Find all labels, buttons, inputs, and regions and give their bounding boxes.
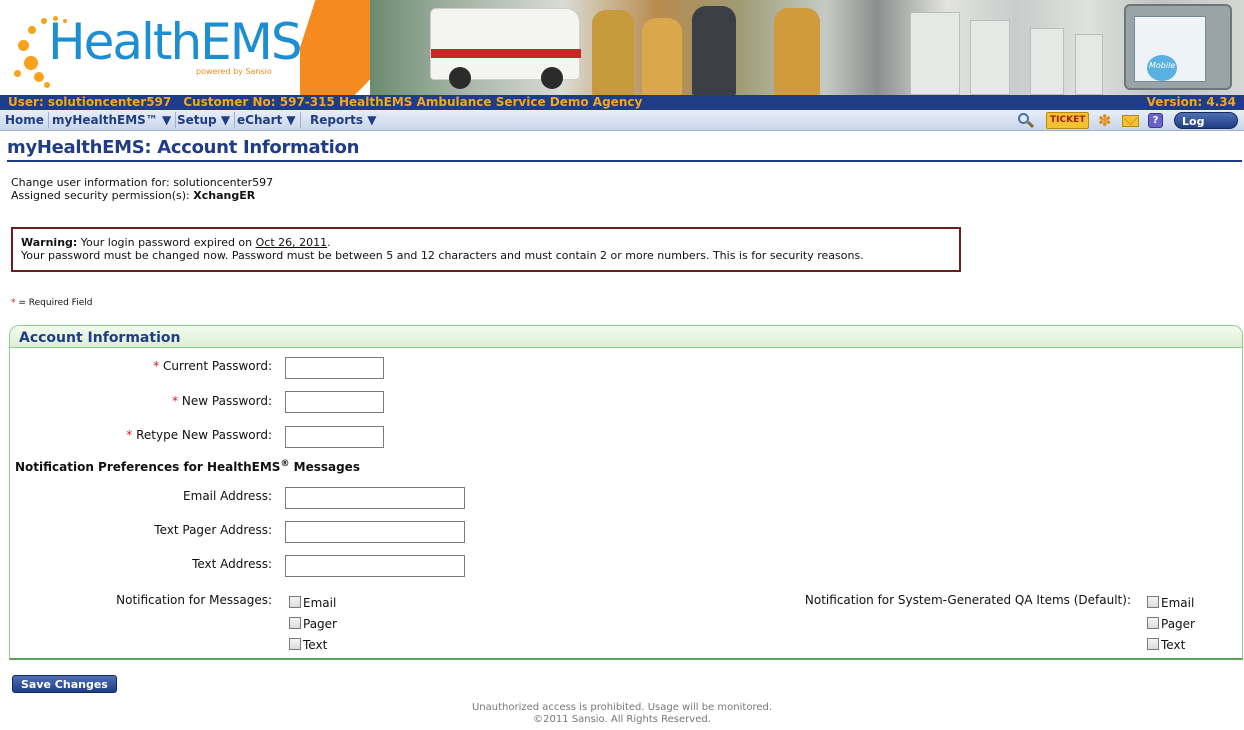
banner-photo: Mobile — [370, 0, 1244, 95]
new-password-label: * New Password: — [172, 394, 272, 408]
notify-messages-text[interactable]: Text — [289, 638, 327, 652]
header-banner: Mobile HealthEMS powered by Sansio — [0, 0, 1244, 95]
footer-warning: Unauthorized access is prohibited. Usage… — [471, 702, 773, 713]
menu-myhealthems[interactable]: myHealthEMS™ ▼ — [47, 112, 177, 128]
password-warning: Warning: Your login password expired on … — [11, 227, 961, 272]
page-footer: Unauthorized access is prohibited. Usage… — [0, 702, 1244, 726]
menu-reports[interactable]: Reports ▼ — [305, 112, 380, 128]
panel-title: Account Information — [10, 326, 1242, 348]
server-rack — [1030, 28, 1064, 95]
page-title: myHealthEMS: Account Information — [7, 137, 1242, 162]
notify-messages-email[interactable]: Email — [289, 596, 336, 610]
current-password-input[interactable] — [285, 357, 384, 379]
notification-heading: Notification Preferences for HealthEMS® … — [15, 459, 360, 474]
email-address-label: Email Address: — [183, 489, 272, 503]
app-version: Version: 4.34 — [1146, 95, 1236, 109]
main-menu-bar: Home myHealthEMS™ ▼ Setup ▼ eChart ▼ Rep… — [0, 110, 1244, 145]
warning-details: Your password must be changed now. Passw… — [21, 249, 864, 262]
checkbox[interactable] — [289, 638, 301, 650]
change-user-text: Change user information for: solutioncen… — [11, 176, 274, 189]
checkbox[interactable] — [289, 596, 301, 608]
footer-copyright: ©2011 Sansio. All Rights Reserved. — [533, 714, 711, 725]
notify-qa-label: Notification for System-Generated QA Ite… — [804, 593, 1131, 607]
customer-info: Customer No: 597-315 HealthEMS Ambulance… — [183, 95, 643, 109]
server-rack — [970, 20, 1010, 95]
current-password-label: * Current Password: — [153, 359, 272, 373]
user-name: User: solutioncenter597 — [8, 95, 172, 109]
healthems-logo: HealthEMS powered by Sansio — [0, 0, 303, 95]
notify-messages-pager[interactable]: Pager — [289, 617, 337, 631]
text-pager-label: Text Pager Address: — [154, 523, 272, 537]
firefighter-figure — [774, 8, 820, 95]
text-address-label: Text Address: — [192, 557, 272, 571]
account-info-panel: Account Information * Current Password: … — [9, 325, 1243, 660]
notify-messages-label: Notification for Messages: — [116, 593, 272, 607]
required-field-note: * = Required Field — [11, 298, 93, 308]
ticket-button[interactable]: TICKET — [1046, 112, 1090, 129]
save-changes-button[interactable]: Save Changes — [12, 675, 117, 693]
email-address-input[interactable] — [285, 487, 465, 509]
text-pager-input[interactable] — [285, 521, 465, 543]
user-info-bar: User: solutioncenter597 Customer No: 597-… — [0, 95, 1244, 110]
ambulance-image — [430, 8, 581, 89]
menu-home[interactable]: Home — [0, 112, 49, 128]
logo-tagline: powered by Sansio — [196, 67, 272, 76]
server-rack — [910, 12, 960, 95]
star-of-life-icon[interactable]: ✽ — [1098, 112, 1111, 129]
search-icon[interactable] — [1018, 112, 1036, 129]
notify-qa-text[interactable]: Text — [1147, 638, 1185, 652]
checkbox[interactable] — [1147, 596, 1159, 608]
mobile-device-image: Mobile — [1124, 4, 1232, 90]
menu-echart[interactable]: eChart ▼ — [232, 112, 301, 128]
retype-password-label: * Retype New Password: — [126, 428, 272, 442]
checkbox[interactable] — [289, 617, 301, 629]
notify-qa-email[interactable]: Email — [1147, 596, 1194, 610]
checkbox[interactable] — [1147, 617, 1159, 629]
permissions-value: XchangER — [193, 189, 256, 202]
firefighter-figure — [692, 6, 736, 95]
expire-date: Oct 26, 2011 — [255, 236, 328, 249]
help-icon[interactable]: ? — [1148, 113, 1163, 128]
new-password-input[interactable] — [285, 391, 384, 413]
firefighter-figure — [592, 10, 634, 95]
user-info-block: Change user information for: solutioncen… — [11, 176, 273, 202]
warning-lead: Warning: — [21, 236, 78, 249]
notify-qa-pager[interactable]: Pager — [1147, 617, 1195, 631]
menu-setup[interactable]: Setup ▼ — [172, 112, 236, 128]
retype-password-input[interactable] — [285, 426, 384, 448]
permissions-line: Assigned security permission(s): XchangE… — [11, 189, 256, 202]
firefighter-figure — [642, 18, 682, 95]
logo-wordmark: HealthEMS — [48, 13, 303, 71]
text-address-input[interactable] — [285, 555, 465, 577]
checkbox[interactable] — [1147, 638, 1159, 650]
server-rack — [1075, 34, 1103, 95]
logout-button[interactable]: Log Out — [1174, 112, 1238, 145]
header-toolbar: TICKET ✽ ? Log Out — [1018, 112, 1238, 145]
envelope-icon[interactable] — [1122, 115, 1139, 127]
